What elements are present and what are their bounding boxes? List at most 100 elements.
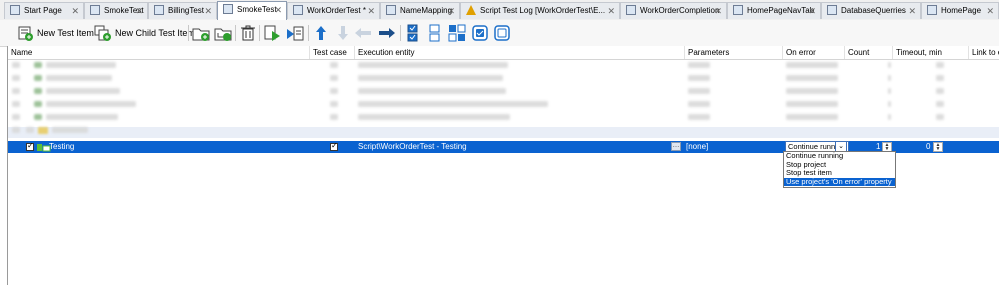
table-row[interactable] [8, 88, 999, 99]
close-icon[interactable]: ✕ [714, 3, 722, 19]
tab-homepagenavtab[interactable]: HomePageNavTab ✕ [727, 2, 821, 19]
column-header-test-case[interactable]: Test case [310, 46, 355, 59]
script-icon [626, 5, 636, 15]
execution-entity-browse-button[interactable]: … [671, 142, 681, 151]
run-focused-button[interactable] [286, 23, 304, 43]
column-header-count[interactable]: Count [845, 46, 893, 59]
tab-label: HomePageNavTab [747, 6, 815, 15]
close-icon[interactable]: ✕ [908, 3, 916, 19]
on-error-select-value: Continue runni [788, 142, 837, 151]
column-header-link[interactable]: Link to external [969, 46, 999, 59]
column-header-execution-entity[interactable]: Execution entity [355, 46, 685, 59]
column-header-parameters[interactable]: Parameters [685, 46, 783, 59]
close-icon[interactable]: ✕ [447, 3, 455, 19]
parameters-value[interactable]: [none] [686, 141, 708, 153]
disable-all-button[interactable] [428, 23, 442, 43]
move-left-button[interactable] [354, 23, 372, 43]
folder-row[interactable] [8, 127, 999, 138]
run-focused-icon [287, 26, 304, 41]
script-icon [293, 5, 303, 15]
trash-icon [241, 25, 255, 41]
project-icon [223, 4, 233, 14]
option-use-project-on-error[interactable]: Use project's 'On error' property [784, 177, 895, 186]
warning-log-icon [466, 5, 476, 15]
close-icon[interactable]: ✕ [274, 2, 282, 18]
add-folder-button[interactable] [192, 23, 210, 43]
tab-label: SmokeTest [237, 5, 277, 14]
script-icon [827, 5, 837, 15]
move-down-button[interactable] [336, 23, 350, 43]
check-all-icon [407, 24, 418, 42]
table-row[interactable] [8, 75, 999, 86]
arrow-down-icon [338, 26, 348, 40]
tab-label: WorkOrderTest * [307, 6, 366, 15]
test-item-name: Testing [49, 142, 75, 151]
move-up-button[interactable] [314, 23, 328, 43]
column-header-on-error[interactable]: On error [783, 46, 845, 59]
project-icon [154, 5, 164, 15]
arrow-left-icon [355, 28, 371, 38]
name-mapping-icon [386, 5, 396, 15]
new-child-test-item-label: New Child Test Item [115, 28, 195, 38]
tab-label: WorkOrderCompletion [640, 6, 720, 15]
table-row[interactable] [8, 101, 999, 112]
check-children-icon [448, 24, 466, 42]
close-icon[interactable]: ✕ [367, 3, 375, 19]
close-icon[interactable]: ✕ [135, 3, 143, 19]
tab-namemapping[interactable]: NameMapping ✕ [380, 2, 460, 19]
add-child-folder-button[interactable] [214, 23, 232, 43]
new-test-item-icon [18, 26, 33, 41]
tab-homepage[interactable]: HomePage ✕ [921, 2, 999, 19]
enable-all-button[interactable] [406, 23, 420, 43]
timeout-spinner[interactable]: ▲ ▼ [933, 142, 943, 152]
tab-label: NameMapping [400, 6, 453, 15]
tab-smoketest-active[interactable]: SmokeTest ✕ [217, 1, 287, 20]
tab-start-page[interactable]: Start Page ✕ [4, 2, 84, 19]
add-child-folder-icon [214, 28, 232, 41]
tab-smoketest-1[interactable]: SmokeTest ✕ [84, 2, 148, 19]
close-icon[interactable]: ✕ [71, 3, 79, 19]
disable-item-button[interactable] [494, 23, 510, 43]
timeout-value[interactable]: 0 [926, 141, 930, 153]
run-icon [264, 25, 280, 41]
document-tab-bar: Start Page ✕ SmokeTest ✕ BillingTest ✕ Smok… [0, 0, 999, 21]
run-selected-button[interactable] [264, 23, 282, 43]
toggle-children-button[interactable] [448, 23, 466, 43]
test-items-grid: Name Test case Execution entity Paramete… [7, 46, 999, 285]
new-child-test-item-icon [94, 25, 111, 41]
close-icon[interactable]: ✕ [808, 3, 816, 19]
execution-entity-value[interactable]: Script\WorkOrderTest - Testing [358, 141, 467, 153]
column-header-name[interactable]: Name [8, 46, 310, 59]
tab-script-test-log[interactable]: Script Test Log [WorkOrderTest\E... ✕ [460, 2, 620, 19]
new-child-test-item-button[interactable]: New Child Test Item [94, 23, 195, 43]
tab-label: DatabaseQuerries [841, 6, 906, 15]
table-row[interactable] [8, 62, 999, 73]
test-case-checkbox[interactable] [330, 141, 338, 151]
delete-button[interactable] [240, 23, 256, 43]
close-icon[interactable]: ✕ [986, 3, 994, 19]
enabled-checkbox[interactable] [26, 141, 34, 151]
table-row[interactable] [8, 114, 999, 125]
test-items-toolbar: New Test Item New Child Test Item [0, 20, 999, 47]
close-icon[interactable]: ✕ [204, 3, 212, 19]
column-header-timeout[interactable]: Timeout, min [893, 46, 969, 59]
arrow-right-icon [379, 28, 395, 38]
script-icon [927, 5, 937, 15]
tab-workordertest[interactable]: WorkOrderTest * ✕ [287, 2, 380, 19]
enable-item-button[interactable] [472, 23, 488, 43]
new-test-item-label: New Test Item [37, 28, 94, 38]
project-icon [90, 5, 100, 15]
grid-header: Name Test case Execution entity Paramete… [8, 46, 999, 60]
tab-databasequerries[interactable]: DatabaseQuerries ✕ [821, 2, 921, 19]
tab-label: BillingTest [168, 6, 205, 15]
tab-workordercompletion[interactable]: WorkOrderCompletion ✕ [620, 2, 727, 19]
checkbox-unchecked-icon [494, 25, 510, 41]
start-page-icon [10, 5, 20, 15]
tab-billingtest[interactable]: BillingTest ✕ [148, 2, 217, 19]
move-right-button[interactable] [378, 23, 396, 43]
close-icon[interactable]: ✕ [607, 3, 615, 19]
on-error-options-list: Continue running Stop project Stop test … [783, 151, 896, 188]
new-test-item-button[interactable]: New Test Item [18, 23, 94, 43]
add-folder-icon [192, 28, 210, 41]
tab-label: HomePage [941, 6, 982, 15]
